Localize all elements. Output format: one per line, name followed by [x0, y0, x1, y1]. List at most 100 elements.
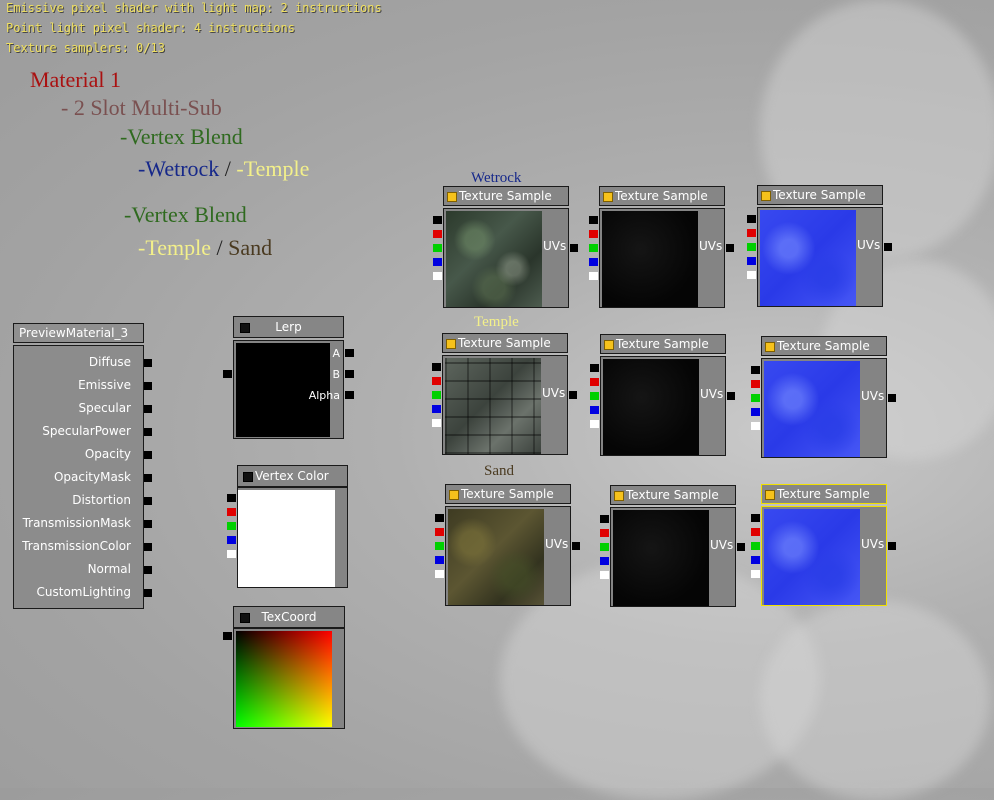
uvs-input-pin[interactable] [888, 542, 896, 550]
output-pin-red[interactable] [600, 529, 609, 537]
vertex-color-output-black[interactable] [227, 494, 236, 502]
output-pin-alpha[interactable] [590, 420, 599, 428]
output-pin-alpha[interactable] [435, 570, 444, 578]
output-pin-rgb[interactable] [751, 366, 760, 374]
output-pin-alpha[interactable] [751, 570, 760, 578]
texture-sample-wetrock-diffuse[interactable]: Texture Sample UVs [433, 186, 578, 308]
output-pin-blue[interactable] [590, 406, 599, 414]
input-pin-opacity[interactable] [144, 451, 152, 459]
preview-material-header[interactable]: PreviewMaterial_3 [13, 323, 144, 343]
input-diffuse[interactable]: Diffuse [89, 355, 131, 369]
input-normal[interactable]: Normal [88, 562, 131, 576]
input-specular-power[interactable]: SpecularPower [42, 424, 131, 438]
texture-sample-sand-diffuse[interactable]: Texture Sample UVs [435, 484, 580, 606]
vertex-color-output-green[interactable] [227, 522, 236, 530]
input-pin-transmission-color[interactable] [144, 543, 152, 551]
preview-material-node[interactable]: PreviewMaterial_3 Diffuse Emissive Specu… [13, 323, 152, 609]
texture-sample-header[interactable]: Texture Sample [761, 336, 887, 356]
uvs-input-pin[interactable] [569, 391, 577, 399]
uvs-input-pin[interactable] [888, 394, 896, 402]
input-pin-specular-power[interactable] [144, 428, 152, 436]
input-transmission-mask[interactable]: TransmissionMask [23, 516, 131, 530]
output-pin-blue[interactable] [433, 258, 442, 266]
texture-sample-sand-specular[interactable]: Texture Sample UVs [600, 485, 745, 607]
vertex-color-header[interactable]: Vertex Color [237, 465, 348, 487]
output-pin-green[interactable] [747, 243, 756, 251]
output-pin-rgb[interactable] [432, 363, 441, 371]
texcoord-output-pin[interactable] [223, 632, 232, 640]
uvs-input-pin[interactable] [570, 244, 578, 252]
vertex-color-output-blue[interactable] [227, 536, 236, 544]
output-pin-green[interactable] [590, 392, 599, 400]
input-opacity[interactable]: Opacity [85, 447, 131, 461]
texture-sample-header[interactable]: Texture Sample [445, 484, 571, 504]
output-pin-alpha[interactable] [747, 271, 756, 279]
texture-sample-header[interactable]: Texture Sample [610, 485, 736, 505]
texture-sample-temple-normal[interactable]: Texture Sample UVs [751, 336, 896, 458]
output-pin-red[interactable] [435, 528, 444, 536]
output-pin-green[interactable] [433, 244, 442, 252]
texcoord-node[interactable]: TexCoord [223, 606, 345, 729]
uvs-input-pin[interactable] [726, 244, 734, 252]
output-pin-green[interactable] [435, 542, 444, 550]
texture-sample-header[interactable]: Texture Sample [443, 186, 569, 206]
output-pin-green[interactable] [600, 543, 609, 551]
uvs-input-pin[interactable] [572, 542, 580, 550]
output-pin-alpha[interactable] [751, 422, 760, 430]
output-pin-rgb[interactable] [589, 216, 598, 224]
output-pin-red[interactable] [751, 380, 760, 388]
output-pin-red[interactable] [589, 230, 598, 238]
input-specular[interactable]: Specular [79, 401, 131, 415]
output-pin-green[interactable] [751, 394, 760, 402]
input-emissive[interactable]: Emissive [78, 378, 131, 392]
lerp-pin-b[interactable] [345, 370, 354, 378]
output-pin-rgb[interactable] [433, 216, 442, 224]
input-pin-custom-lighting[interactable] [144, 589, 152, 597]
output-pin-rgb[interactable] [747, 215, 756, 223]
texture-sample-header[interactable]: Texture Sample [757, 185, 883, 205]
texture-sample-header[interactable]: Texture Sample [761, 484, 887, 504]
lerp-input-alpha[interactable]: Alpha [309, 389, 340, 402]
lerp-pin-alpha[interactable] [345, 391, 354, 399]
texture-sample-wetrock-normal[interactable]: Texture Sample UVs [747, 185, 892, 307]
output-pin-alpha[interactable] [433, 272, 442, 280]
output-pin-blue[interactable] [435, 556, 444, 564]
output-pin-red[interactable] [751, 528, 760, 536]
output-pin-rgb[interactable] [590, 364, 599, 372]
output-pin-rgb[interactable] [600, 515, 609, 523]
input-pin-transmission-mask[interactable] [144, 520, 152, 528]
lerp-pin-a[interactable] [345, 349, 354, 357]
input-pin-specular[interactable] [144, 405, 152, 413]
uvs-input-pin[interactable] [727, 392, 735, 400]
input-pin-distortion[interactable] [144, 497, 152, 505]
output-pin-green[interactable] [432, 391, 441, 399]
input-pin-opacity-mask[interactable] [144, 474, 152, 482]
lerp-input-b[interactable]: B [332, 368, 340, 381]
output-pin-red[interactable] [432, 377, 441, 385]
output-pin-alpha[interactable] [432, 419, 441, 427]
texture-sample-temple-diffuse[interactable]: Texture Sample UVs [432, 333, 577, 455]
output-pin-blue[interactable] [432, 405, 441, 413]
output-pin-rgb[interactable] [751, 514, 760, 522]
output-pin-alpha[interactable] [589, 272, 598, 280]
output-pin-green[interactable] [589, 244, 598, 252]
lerp-output-pin[interactable] [223, 370, 232, 378]
input-transmission-color[interactable]: TransmissionColor [22, 539, 131, 553]
output-pin-blue[interactable] [600, 557, 609, 565]
vertex-color-node[interactable]: Vertex Color [227, 465, 348, 588]
texture-sample-header[interactable]: Texture Sample [600, 334, 726, 354]
input-pin-normal[interactable] [144, 566, 152, 574]
texture-sample-wetrock-specular[interactable]: Texture Sample UVs [589, 186, 734, 308]
lerp-header[interactable]: Lerp [233, 316, 344, 338]
texture-sample-header[interactable]: Texture Sample [599, 186, 725, 206]
lerp-node[interactable]: Lerp A B Alpha [223, 316, 354, 439]
output-pin-blue[interactable] [751, 556, 760, 564]
output-pin-green[interactable] [751, 542, 760, 550]
texcoord-header[interactable]: TexCoord [233, 606, 345, 628]
vertex-color-output-alpha[interactable] [227, 550, 236, 558]
uvs-input-pin[interactable] [737, 543, 745, 551]
input-opacity-mask[interactable]: OpacityMask [54, 470, 131, 484]
texture-sample-sand-normal-selected[interactable]: Texture Sample UVs [751, 484, 896, 606]
lerp-input-a[interactable]: A [332, 347, 340, 360]
input-pin-diffuse[interactable] [144, 359, 152, 367]
